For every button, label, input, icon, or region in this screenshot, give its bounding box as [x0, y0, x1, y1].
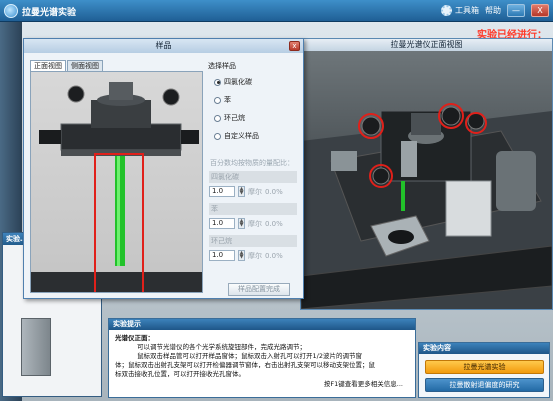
instrument-box-image	[21, 318, 51, 376]
experiment-content-panel: 实验内容 拉曼光谱实验 拉曼散射退偏度的研究	[418, 342, 550, 398]
unit-label: 摩尔	[248, 187, 262, 196]
raman-experiment-button[interactable]: 拉曼光谱实验	[425, 360, 544, 374]
sample-dialog-titlebar[interactable]: 样品 x	[24, 39, 303, 53]
radio-unselected-icon	[214, 132, 221, 140]
tab-front-view[interactable]: 正面视图	[30, 60, 66, 71]
tab-side-view[interactable]: 侧面视图	[67, 60, 103, 71]
help-button[interactable]: 帮助	[485, 5, 501, 16]
hint-panel-title: 实验提示	[109, 319, 415, 330]
sample-dialog-title: 样品	[155, 41, 172, 50]
component-row: 1.0 ▲ ▼ 摩尔 0.0%	[209, 250, 283, 261]
toolbox-label: 工具箱	[455, 6, 479, 15]
amount-input[interactable]: 1.0	[209, 250, 235, 261]
radio-unselected-icon	[214, 96, 221, 104]
view-window-title: 拉曼光谱仪正面视图	[301, 39, 552, 51]
component-header: 四氯化碳	[209, 171, 297, 183]
content-panel-title: 实验内容	[419, 343, 549, 354]
toolbox-button[interactable]: 工具箱	[441, 5, 479, 16]
unit-label: 摩尔	[248, 219, 262, 228]
view-tabs: 正面视图 侧面视图	[30, 60, 103, 71]
sample-option-label: 环己烷	[224, 114, 245, 122]
quantity-stepper[interactable]: ▲ ▼	[238, 250, 245, 261]
close-icon[interactable]: x	[289, 41, 300, 51]
hint-heading: 光谱仪正面：	[115, 334, 154, 342]
sample-option-cyclohexane[interactable]: 环己烷	[214, 113, 245, 123]
sample-options-panel: 选择样品 四氯化碳 苯 环己烷 自定义样品 百分数均按物质的量配比： 四氯化碳 …	[208, 59, 300, 296]
amount-input[interactable]: 1.0	[209, 186, 235, 197]
sample-config-done-button[interactable]: 样品配置完成	[228, 283, 290, 296]
radio-selected-icon	[214, 78, 221, 86]
spectrometer-3d-view[interactable]	[301, 51, 552, 309]
percent-label: 0.0%	[265, 219, 283, 228]
sample-option-ccl4[interactable]: 四氯化碳	[214, 77, 252, 87]
sample-option-benzene[interactable]: 苯	[214, 95, 231, 105]
radio-unselected-icon	[214, 114, 221, 122]
experiment-hint-panel: 实验提示 光谱仪正面： 可以调节光谱仪的各个光学系统旋钮部件，完成光路调节； 鼠…	[108, 318, 416, 398]
sample-holder-render	[31, 82, 202, 292]
spectrometer-render	[301, 103, 552, 309]
gear-icon	[441, 5, 452, 16]
hint-line: 体；鼠标双击出射孔支架可以打开检偏器调节窗体，右击出射孔支架可以移动支架位置；鼠	[115, 361, 375, 369]
quantity-stepper[interactable]: ▲ ▼	[238, 218, 245, 229]
unit-label: 摩尔	[248, 251, 262, 260]
component-row: 1.0 ▲ ▼ 摩尔 0.0%	[209, 186, 283, 197]
component-row: 1.0 ▲ ▼ 摩尔 0.0%	[209, 218, 283, 229]
hint-body: 光谱仪正面： 可以调节光谱仪的各个光学系统旋钮部件，完成光路调节； 鼠标双击样品…	[109, 330, 415, 393]
quantity-stepper[interactable]: ▲ ▼	[238, 186, 245, 197]
component-header: 环己烷	[209, 235, 297, 247]
hint-line: 标双击接收孔位置，可以打开接收光孔窗体。	[115, 370, 245, 378]
minimize-button[interactable]: —	[507, 4, 525, 17]
sample-holder-view[interactable]	[30, 71, 203, 293]
sample-option-label: 四氯化碳	[224, 78, 252, 86]
top-controls: 工具箱 帮助 — X	[441, 4, 549, 17]
sample-option-label: 苯	[224, 96, 231, 104]
close-app-button[interactable]: X	[531, 4, 549, 17]
depolarization-study-button[interactable]: 拉曼散射退偏度的研究	[425, 378, 544, 392]
percent-label: 0.0%	[265, 251, 283, 260]
top-bar: 拉曼光谱实验 工具箱 帮助 — X	[0, 0, 553, 22]
app-logo-icon	[4, 4, 18, 18]
sample-option-label: 自定义样品	[224, 132, 259, 140]
ratio-note: 百分数均按物质的量配比：	[210, 159, 294, 167]
hint-line: 鼠标双击样品管可以打开样品窗体；鼠标双击入射孔可以打开1/2波片的调节窗	[137, 352, 362, 360]
sample-dialog: 样品 x 正面视图 侧面视图 选择样品 四氯化碳 苯 环己烷 自定义样品 百分数…	[23, 38, 304, 299]
hint-line: 可以调节光谱仪的各个光学系统旋钮部件，完成光路调节；	[137, 343, 306, 351]
sample-option-custom[interactable]: 自定义样品	[214, 131, 259, 141]
spectrometer-front-view-window: 拉曼光谱仪正面视图	[300, 38, 553, 310]
percent-label: 0.0%	[265, 187, 283, 196]
amount-input[interactable]: 1.0	[209, 218, 235, 229]
select-sample-title: 选择样品	[208, 62, 236, 70]
component-header: 苯	[209, 203, 297, 215]
hint-footer: 按F1键查看更多相关信息...	[323, 380, 403, 388]
app-title: 拉曼光谱实验	[22, 8, 77, 18]
